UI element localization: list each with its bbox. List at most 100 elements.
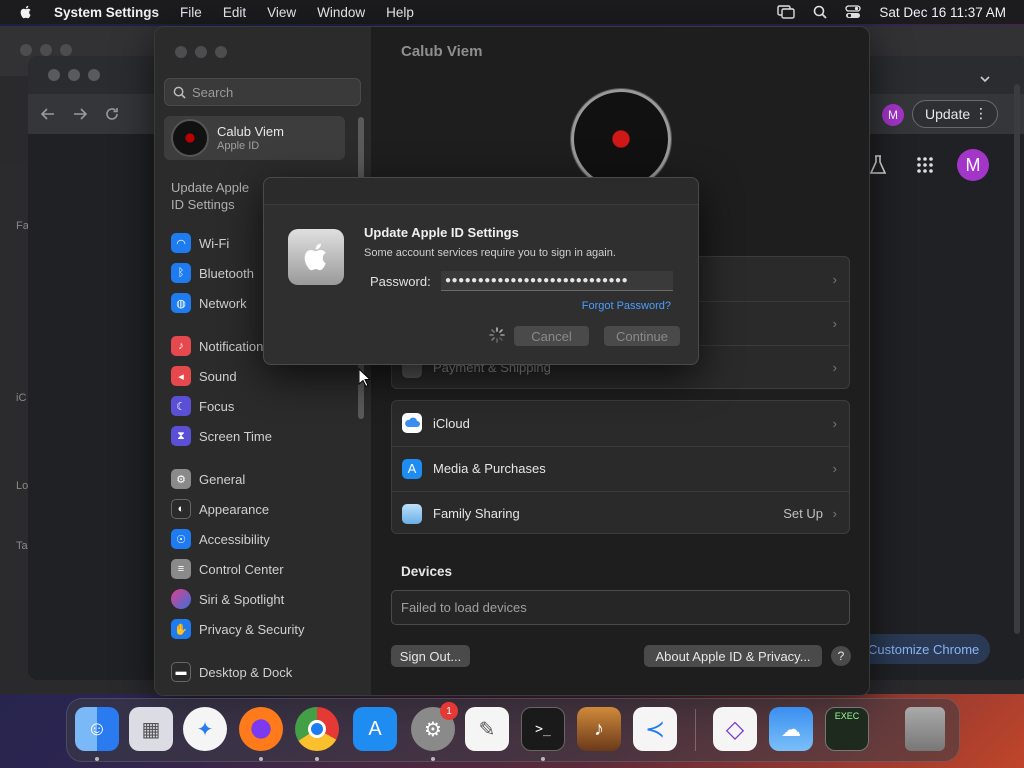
textedit-icon[interactable]: ✎ [465, 707, 509, 751]
sidebar-item-wifi[interactable]: ◠ Wi-Fi [171, 231, 229, 255]
apple-menu-icon[interactable] [18, 4, 34, 20]
launchpad-icon[interactable]: ▦ [129, 707, 173, 751]
customize-chrome-button[interactable]: Customize Chrome [858, 634, 990, 664]
running-indicator [431, 757, 435, 761]
profile-picture[interactable] [571, 89, 671, 189]
menu-app-name[interactable]: System Settings [54, 5, 159, 20]
console-icon[interactable]: EXEC [825, 707, 869, 751]
safari-icon[interactable]: ✦ [183, 707, 227, 751]
dock: ☺ ▦ ✦ A ⚙ ✎ >_ ♪ ≺ ◇ ☁ EXEC [66, 698, 960, 762]
chrome-icon[interactable] [295, 707, 339, 751]
account-name: Calub Viem [217, 124, 284, 139]
sidebar-item-desktop-dock[interactable]: ▬ Desktop & Dock [171, 660, 292, 684]
apps-grid-icon[interactable] [917, 157, 933, 173]
labs-flask-icon[interactable] [869, 155, 887, 175]
chevron-right-icon: › [832, 316, 837, 331]
close-button[interactable] [175, 46, 187, 58]
visual-studio-icon[interactable]: ◇ [713, 707, 757, 751]
sidebar-item-label: Control Center [199, 561, 284, 577]
menu-window[interactable]: Window [317, 5, 365, 20]
firefox-icon[interactable] [239, 707, 283, 751]
bell-icon: ♪ [171, 336, 191, 356]
cancel-button[interactable]: Cancel [514, 326, 589, 346]
running-indicator [541, 757, 545, 761]
update-apple-id-link[interactable]: Update Apple ID Settings [171, 179, 261, 213]
trash-icon[interactable] [905, 707, 945, 751]
zoom-button[interactable] [88, 69, 100, 81]
screen-mirroring-icon[interactable] [777, 5, 796, 19]
reload-icon[interactable] [104, 106, 120, 122]
password-field[interactable]: ●●●●●●●●●●●●●●●●●●●●●●●●●●●● [441, 271, 673, 291]
garageband-icon[interactable]: ♪ [577, 707, 621, 751]
sidebar-item-label: Accessibility [199, 531, 270, 547]
minimize-button[interactable] [195, 46, 207, 58]
control-center-icon: ≡ [171, 559, 191, 579]
traffic-light [40, 44, 52, 56]
account-subtitle: Apple ID [217, 140, 260, 152]
terminal-icon[interactable]: >_ [521, 707, 565, 751]
traffic-light [20, 44, 32, 56]
continue-button[interactable]: Continue [604, 326, 680, 346]
sidebar-item-focus[interactable]: ☾ Focus [171, 394, 234, 418]
profile-avatar[interactable]: M [882, 104, 904, 126]
app-store-icon[interactable]: A [353, 707, 397, 751]
menu-view[interactable]: View [267, 5, 296, 20]
back-arrow-icon[interactable] [40, 106, 56, 122]
sidebar-item-sound[interactable]: ◂ Sound [171, 364, 237, 388]
sidebar-item-notifications[interactable]: ♪ Notifications [171, 334, 270, 358]
apple-logo-icon [288, 229, 344, 285]
sign-out-button[interactable]: Sign Out... [391, 645, 470, 667]
close-button[interactable] [48, 69, 60, 81]
menu-help[interactable]: Help [386, 5, 414, 20]
sidebar-account-item[interactable]: Calub Viem Apple ID [164, 116, 345, 160]
list-item-icloud[interactable]: iCloud › [392, 401, 849, 445]
list-item-media-purchases[interactable]: A Media & Purchases › [392, 446, 849, 490]
moon-icon: ☾ [171, 396, 191, 416]
help-button[interactable]: ? [831, 646, 851, 666]
mouse-cursor-icon [358, 368, 370, 388]
sidebar-item-general[interactable]: ⚙ General [171, 467, 245, 491]
chevron-right-icon: › [832, 360, 837, 375]
vscode-icon[interactable]: ≺ [633, 707, 677, 751]
app-store-icon: A [402, 458, 422, 479]
minimize-button[interactable] [68, 69, 80, 81]
chevron-right-icon: › [832, 506, 837, 521]
forward-arrow-icon[interactable] [72, 106, 88, 122]
account-avatar[interactable]: M [957, 149, 989, 181]
sidebar-item-network[interactable]: ◍ Network [171, 291, 247, 315]
menu-file[interactable]: File [180, 5, 202, 20]
scrollbar[interactable] [1014, 84, 1020, 634]
sidebar-item-appearance[interactable]: ◐ Appearance [171, 497, 269, 521]
weather-icon[interactable]: ☁ [769, 707, 813, 751]
sidebar-item-label: Privacy & Security [199, 621, 305, 637]
search-input[interactable]: Search [164, 78, 361, 106]
peek-label: Fa [16, 220, 29, 232]
control-center-icon[interactable] [845, 5, 862, 19]
bluetooth-icon: ᛒ [171, 263, 191, 283]
forgot-password-link[interactable]: Forgot Password? [582, 300, 671, 312]
more-vert-icon[interactable]: ⋮ [974, 105, 988, 122]
account-avatar [171, 119, 209, 157]
sidebar-item-accessibility[interactable]: ☉ Accessibility [171, 527, 270, 551]
sidebar-item-control-center[interactable]: ≡ Control Center [171, 557, 284, 581]
spotlight-search-icon[interactable] [813, 5, 828, 19]
chevron-down-icon[interactable] [978, 72, 992, 86]
chevron-right-icon: › [832, 415, 837, 431]
sidebar-item-bluetooth[interactable]: ᛒ Bluetooth [171, 261, 254, 285]
accessibility-icon: ☉ [171, 529, 191, 549]
menu-edit[interactable]: Edit [223, 5, 246, 20]
sidebar-item-privacy-security[interactable]: ✋ Privacy & Security [171, 617, 304, 641]
traffic-light [60, 44, 72, 56]
chrome-update-button[interactable]: Update ⋮ [912, 100, 998, 128]
running-indicator [315, 757, 319, 761]
sidebar-item-label: Network [199, 295, 247, 311]
about-apple-id-button[interactable]: About Apple ID & Privacy... [644, 645, 822, 667]
sidebar-item-siri-spotlight[interactable]: Siri & Spotlight [171, 587, 284, 611]
hand-icon: ✋ [171, 619, 191, 639]
hourglass-icon: ⧗ [171, 426, 191, 446]
finder-icon[interactable]: ☺ [75, 707, 119, 751]
zoom-button[interactable] [215, 46, 227, 58]
sidebar-item-screen-time[interactable]: ⧗ Screen Time [171, 424, 272, 448]
menu-clock[interactable]: Sat Dec 16 11:37 AM [879, 5, 1006, 20]
list-item-family-sharing[interactable]: Family Sharing Set Up › [392, 491, 849, 535]
